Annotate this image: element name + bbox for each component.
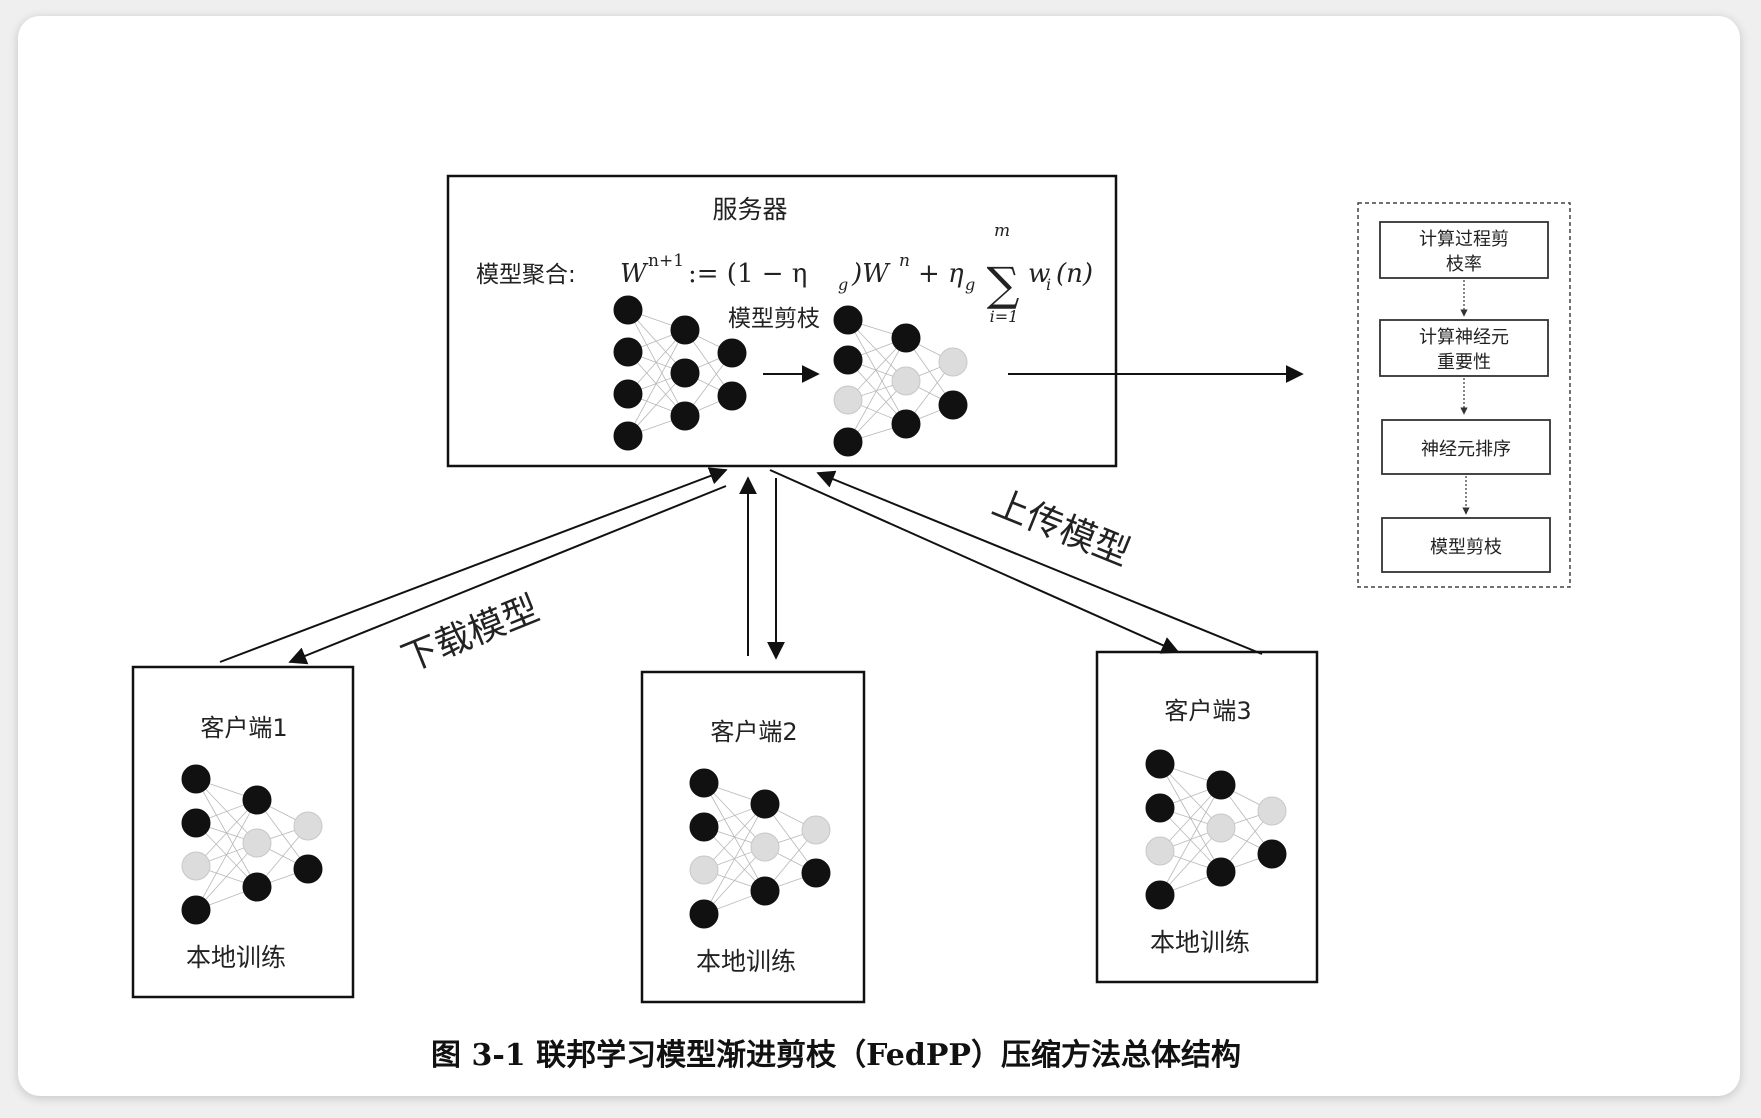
process-step-3: 神经元排序 [1381, 419, 1551, 475]
client-2-title: 客户端2 [710, 718, 797, 746]
neuron-active [613, 379, 643, 409]
neuron-active [833, 427, 863, 457]
formula-lhs: W [620, 259, 649, 289]
formula-term-arg: (n) [1056, 259, 1093, 289]
neuron-active [833, 305, 863, 335]
formula-sum-sign: ∑ [987, 257, 1020, 311]
neuron-active [181, 808, 211, 838]
client-3: 客户端3 本地训练 [1095, 650, 1319, 984]
neuron-pruned [801, 815, 831, 845]
neuron-active [181, 895, 211, 925]
formula-plus: + η [918, 259, 964, 289]
neuron-pruned [833, 385, 863, 415]
process-step-1-line2: 枝率 [1446, 254, 1482, 275]
neuron-active [689, 812, 719, 842]
formula-lhs-sup: n+1 [648, 251, 684, 271]
client-3-footer: 本地训练 [1150, 928, 1250, 957]
process-step-4-line1: 模型剪枝 [1430, 537, 1502, 558]
neuron-active [1145, 749, 1175, 779]
client-3-title: 客户端3 [1164, 697, 1251, 725]
neuron-active [717, 338, 747, 368]
neuron-active [1145, 880, 1175, 910]
neuron-active [717, 381, 747, 411]
neuron-active [181, 764, 211, 794]
neuron-pruned [242, 828, 272, 858]
neuron-pruned [750, 832, 780, 862]
neuron-active [1206, 857, 1236, 887]
neuron-active [750, 789, 780, 819]
neuron-active [689, 768, 719, 798]
neuron-pruned [689, 855, 719, 885]
process-step-1: 计算过程剪 枝率 [1379, 221, 1549, 279]
aggregation-label: 模型聚合: [476, 262, 576, 288]
formula-mid-sup: n [899, 251, 910, 271]
formula-sum-top: m [994, 221, 1010, 241]
server-title: 服务器 [712, 195, 787, 224]
client-1-network [181, 764, 323, 925]
process-step-2-line1: 计算神经元 [1419, 327, 1509, 348]
neuron-active [613, 337, 643, 367]
client-1: 客户端1 本地训练 [131, 665, 355, 999]
neuron-active [242, 872, 272, 902]
neuron-active [1145, 793, 1175, 823]
neuron-active [891, 323, 921, 353]
process-step-3-line1: 神经元排序 [1421, 439, 1511, 460]
client-2-footer: 本地训练 [696, 947, 796, 976]
neuron-active [689, 899, 719, 929]
process-step-2-line2: 重要性 [1437, 352, 1491, 373]
neuron-active [613, 421, 643, 451]
neuron-pruned [1206, 813, 1236, 843]
process-step-4: 模型剪枝 [1381, 517, 1551, 573]
neuron-pruned [1145, 836, 1175, 866]
neuron-active [938, 390, 968, 420]
figure-caption: 图 3-1 联邦学习模型渐进剪枝（FedPP）压缩方法总体结构 [431, 1038, 1241, 1073]
neuron-active [670, 401, 700, 431]
server-network-pruned [833, 305, 968, 457]
neuron-active [833, 345, 863, 375]
neuron-active [1257, 839, 1287, 869]
client-1-title: 客户端1 [200, 714, 287, 742]
architecture-diagram: 服务器 模型聚合: W n+1 := (1 − η g )W n + η g m… [131, 174, 1571, 1073]
process-step-2: 计算神经元 重要性 [1379, 319, 1549, 377]
client-3-network [1145, 749, 1287, 910]
formula-sum-bottom: i=1 [990, 307, 1019, 326]
client-1-footer: 本地训练 [186, 943, 286, 972]
neuron-active [891, 409, 921, 439]
client-2-network [689, 768, 831, 929]
client-2: 客户端2 本地训练 [640, 670, 866, 1004]
neuron-active [670, 358, 700, 388]
formula-mid: )W [851, 259, 891, 289]
formula-assign: := (1 − η [688, 259, 807, 289]
neuron-active [750, 876, 780, 906]
upload-label: 上传模型 [987, 482, 1136, 574]
neuron-active [670, 315, 700, 345]
neuron-active [1206, 770, 1236, 800]
neuron-active [801, 858, 831, 888]
pruning-label: 模型剪枝 [728, 306, 820, 332]
process-step-1-line1: 计算过程剪 [1419, 229, 1509, 250]
neuron-pruned [891, 366, 921, 396]
neuron-active [293, 854, 323, 884]
download-label: 下载模型 [396, 588, 545, 680]
neuron-pruned [1257, 796, 1287, 826]
formula-eta-sub: g [838, 275, 848, 294]
neuron-pruned [293, 811, 323, 841]
neuron-pruned [938, 347, 968, 377]
formula-eta2-sub: g [965, 275, 975, 294]
neuron-active [613, 295, 643, 325]
server-network-original [613, 295, 747, 451]
neuron-pruned [181, 851, 211, 881]
formula-term-sub: i [1046, 275, 1051, 294]
neuron-active [242, 785, 272, 815]
